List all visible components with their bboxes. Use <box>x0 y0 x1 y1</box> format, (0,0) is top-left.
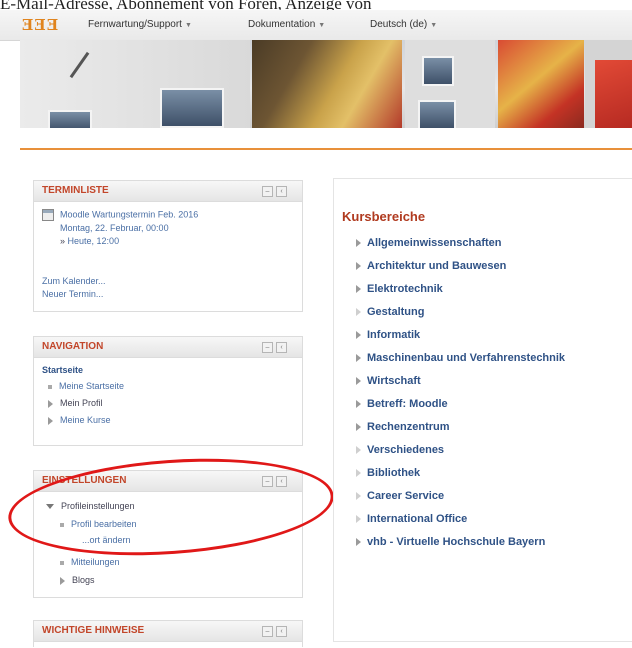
bullet-icon <box>48 384 52 389</box>
category-item[interactable]: Verschiedenes <box>356 444 444 456</box>
calendar-icon <box>42 209 54 221</box>
expand-triangle-icon <box>356 262 361 271</box>
collapse-icon[interactable]: – <box>262 186 273 197</box>
category-label: Verschiedenes <box>367 444 445 456</box>
category-label: Bibliothek <box>367 467 421 479</box>
chevron-down-icon: ▼ <box>318 22 326 29</box>
empty-triangle-icon <box>356 515 361 524</box>
course-categories-panel: Kursbereiche Allgemeinwissenschaften Arch… <box>333 178 632 642</box>
expand-triangle-icon <box>356 538 361 547</box>
expand-triangle-icon <box>356 423 361 432</box>
block-title: NAVIGATION <box>42 341 104 352</box>
category-label: Elektrotechnik <box>367 283 443 295</box>
category-label: Architektur und Bauwesen <box>367 260 507 272</box>
new-event-link[interactable]: Neuer Termin... <box>42 289 103 299</box>
event-date: Montag, 22. Februar, 00:00 <box>60 223 169 233</box>
category-label: Allgemeinwissenschaften <box>367 237 502 249</box>
site-logo[interactable]: ƎƎƎ <box>22 16 59 34</box>
category-item[interactable]: Informatik <box>356 329 420 341</box>
category-item[interactable]: Bibliothek <box>356 467 420 479</box>
settings-messages[interactable]: Mitteilungen <box>60 557 120 567</box>
block-title: EINSTELLUNGEN <box>42 475 127 486</box>
settings-edit-profile[interactable]: Profil bearbeiten <box>60 519 137 529</box>
settings-blogs[interactable]: Blogs <box>60 575 95 585</box>
expand-triangle-icon <box>356 285 361 294</box>
category-label: Betreff: Moodle <box>367 398 448 410</box>
page-title: Kursbereiche <box>342 209 426 224</box>
menu-dokumentation[interactable]: Dokumentation ▼ <box>248 19 325 30</box>
calendar-link[interactable]: Zum Kalender... <box>42 276 106 286</box>
block-header: EINSTELLUNGEN – ‹ <box>34 471 302 492</box>
block-header: TERMINLISTE – ‹ <box>34 181 302 202</box>
settings-change-password[interactable]: ...ort ändern <box>82 535 131 545</box>
category-item[interactable]: Allgemeinwissenschaften <box>356 237 502 249</box>
chevron-right-icon <box>60 576 65 585</box>
expand-triangle-icon <box>356 331 361 340</box>
nav-item-meine-startseite[interactable]: Meine Startseite <box>48 381 124 391</box>
block-title: WICHTIGE HINWEISE <box>42 625 145 636</box>
category-item[interactable]: International Office <box>356 513 467 525</box>
event-item[interactable]: Moodle Wartungstermin Feb. 2016 <box>42 209 198 221</box>
chevron-right-icon <box>48 416 53 425</box>
event-time: » Heute, 12:00 <box>60 236 120 246</box>
dock-icon[interactable]: ‹ <box>276 476 287 487</box>
category-label: International Office <box>367 513 468 525</box>
nav-item-mein-profil[interactable]: Mein Profil <box>48 398 103 408</box>
dock-icon[interactable]: ‹ <box>276 186 287 197</box>
chevron-down-icon <box>46 504 54 510</box>
category-label: Gestaltung <box>367 306 425 318</box>
accent-divider <box>20 148 632 150</box>
empty-triangle-icon <box>356 492 361 501</box>
collapse-icon[interactable]: – <box>262 626 273 637</box>
category-item[interactable]: Career Service <box>356 490 444 502</box>
category-label: Career Service <box>367 490 445 502</box>
category-item[interactable]: Betreff: Moodle <box>356 398 448 410</box>
category-item[interactable]: Elektrotechnik <box>356 283 443 295</box>
nav-item-meine-kurse[interactable]: Meine Kurse <box>48 415 111 425</box>
category-label: Rechenzentrum <box>367 421 450 433</box>
chevron-right-icon <box>48 399 53 408</box>
expand-triangle-icon <box>356 377 361 386</box>
category-item[interactable]: Gestaltung <box>356 306 424 318</box>
category-label: Wirtschaft <box>367 375 421 387</box>
block-einstellungen: EINSTELLUNGEN – ‹ Profileinstellungen Pr… <box>33 470 303 598</box>
category-label: vhb - Virtuelle Hochschule Bayern <box>367 536 546 548</box>
category-label: Maschinenbau und Verfahrenstechnik <box>367 352 566 364</box>
block-terminliste: TERMINLISTE – ‹ Moodle Wartungstermin Fe… <box>33 180 303 312</box>
dock-icon[interactable]: ‹ <box>276 626 287 637</box>
block-wichtige-hinweise: WICHTIGE HINWEISE – ‹ <box>33 620 303 647</box>
dock-icon[interactable]: ‹ <box>276 342 287 353</box>
block-header: NAVIGATION – ‹ <box>34 337 302 358</box>
bullet-icon <box>60 560 64 565</box>
category-item[interactable]: vhb - Virtuelle Hochschule Bayern <box>356 536 545 548</box>
expand-triangle-icon <box>356 400 361 409</box>
category-item[interactable]: Wirtschaft <box>356 375 421 387</box>
block-navigation: NAVIGATION – ‹ Startseite Meine Startsei… <box>33 336 303 446</box>
bullet-icon <box>60 522 64 527</box>
category-item[interactable]: Rechenzentrum <box>356 421 450 433</box>
category-label: Informatik <box>367 329 421 341</box>
menu-language[interactable]: Deutsch (de) ▼ <box>370 19 437 30</box>
top-navbar: ƎƎƎ Fernwartung/Support ▼ Dokumentation ▼ … <box>0 10 632 41</box>
expand-triangle-icon <box>356 239 361 248</box>
expand-triangle-icon <box>356 354 361 363</box>
block-title: TERMINLISTE <box>42 185 109 196</box>
settings-profile-node[interactable]: Profileinstellungen <box>46 501 135 511</box>
chevron-down-icon: ▼ <box>430 22 438 29</box>
menu-fernwartung[interactable]: Fernwartung/Support ▼ <box>88 19 192 30</box>
empty-triangle-icon <box>356 446 361 455</box>
category-item[interactable]: Maschinenbau und Verfahrenstechnik <box>356 352 565 364</box>
header-banner-image <box>20 40 632 128</box>
collapse-icon[interactable]: – <box>262 476 273 487</box>
nav-home-link[interactable]: Startseite <box>42 365 83 375</box>
empty-triangle-icon <box>356 308 361 317</box>
category-item[interactable]: Architektur und Bauwesen <box>356 260 506 272</box>
chevron-down-icon: ▼ <box>184 22 192 29</box>
block-header: WICHTIGE HINWEISE – ‹ <box>34 621 302 642</box>
empty-triangle-icon <box>356 469 361 478</box>
collapse-icon[interactable]: – <box>262 342 273 353</box>
